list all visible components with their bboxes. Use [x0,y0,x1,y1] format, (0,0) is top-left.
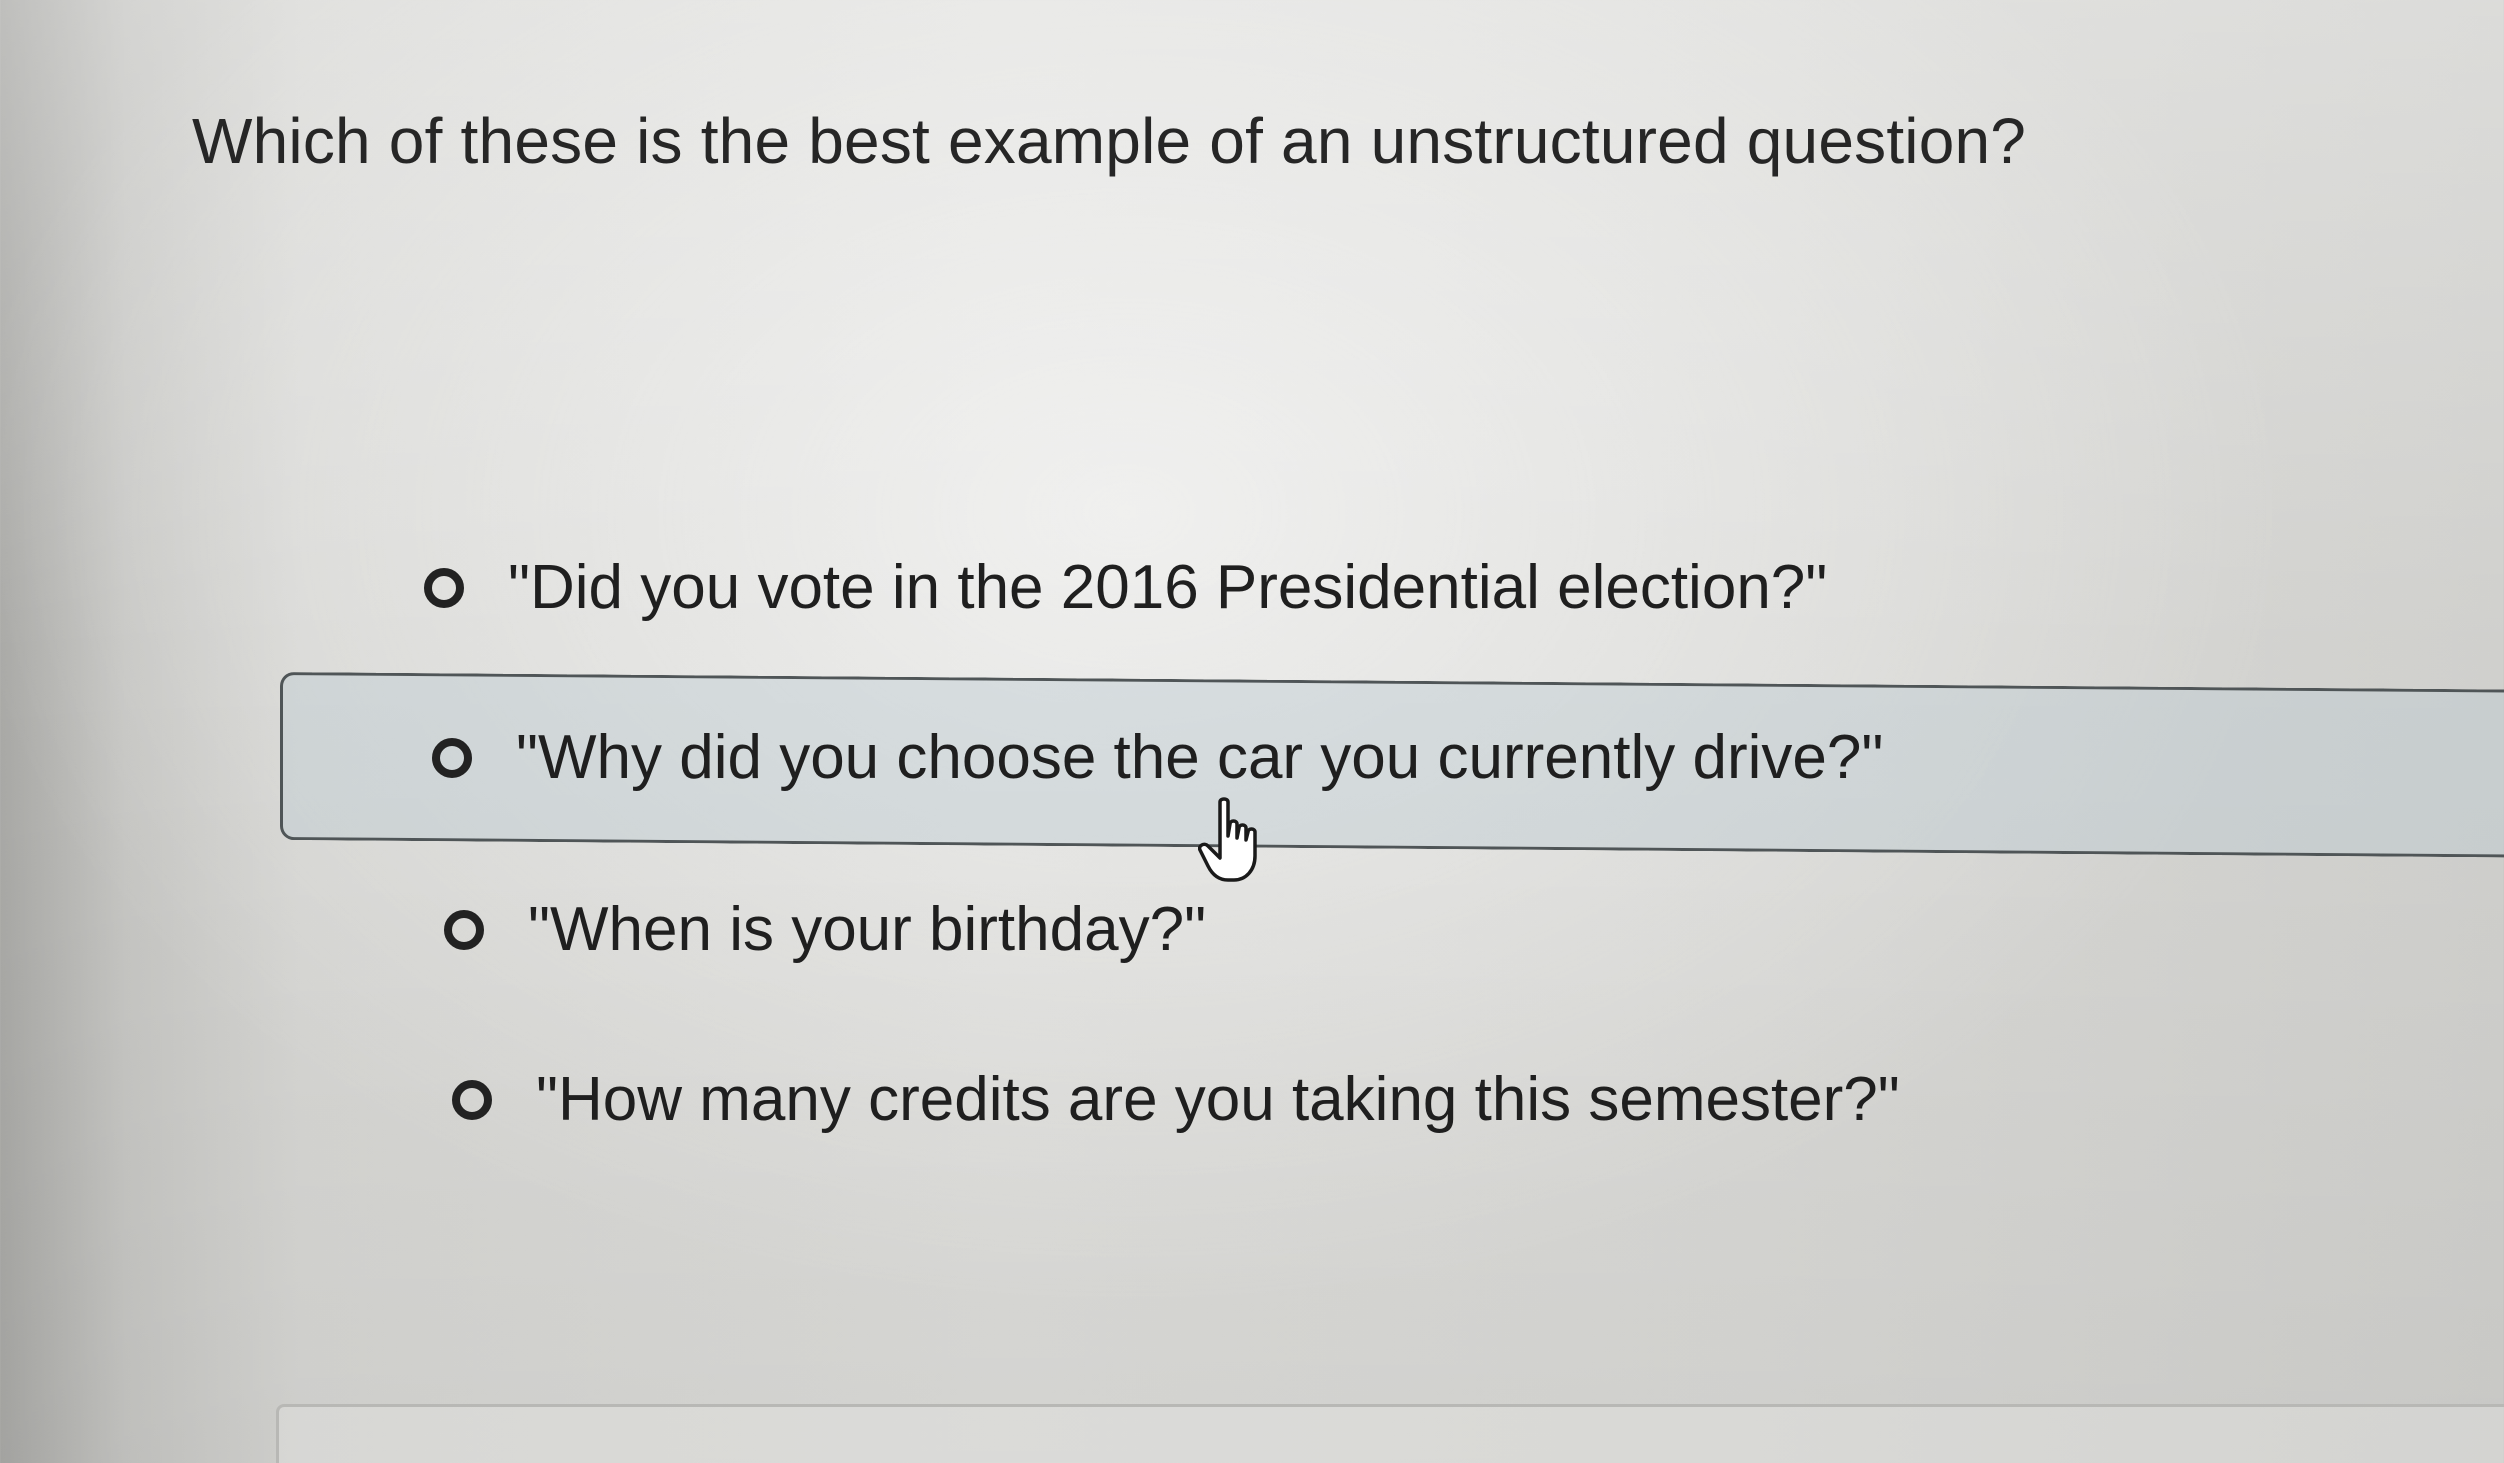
answer-option-3[interactable]: "When is your birthday?" [444,894,1206,965]
answer-option-label: "Why did you choose the car you currentl… [516,723,1884,792]
answer-option-2[interactable]: "Why did you choose the car you currentl… [432,722,1883,793]
answer-option-4[interactable]: "How many credits are you taking this se… [452,1064,1900,1135]
next-section-panel [276,1404,2504,1463]
quiz-page: Which of these is the best example of an… [0,0,2504,1463]
radio-button-icon[interactable] [452,1079,492,1120]
answer-option-1[interactable]: "Did you vote in the 2016 Presidential e… [424,552,1827,623]
answer-option-label: "Did you vote in the 2016 Presidential e… [508,553,1828,622]
hand-pointer-icon [1198,797,1257,882]
radio-button-icon[interactable] [444,909,484,950]
question-title: Which of these is the best example of an… [192,105,2027,177]
answer-option-label: "How many credits are you taking this se… [536,1065,1900,1134]
radio-button-icon[interactable] [424,567,464,608]
answer-option-label: "When is your birthday?" [528,895,1207,964]
radio-button-icon[interactable] [432,737,472,778]
